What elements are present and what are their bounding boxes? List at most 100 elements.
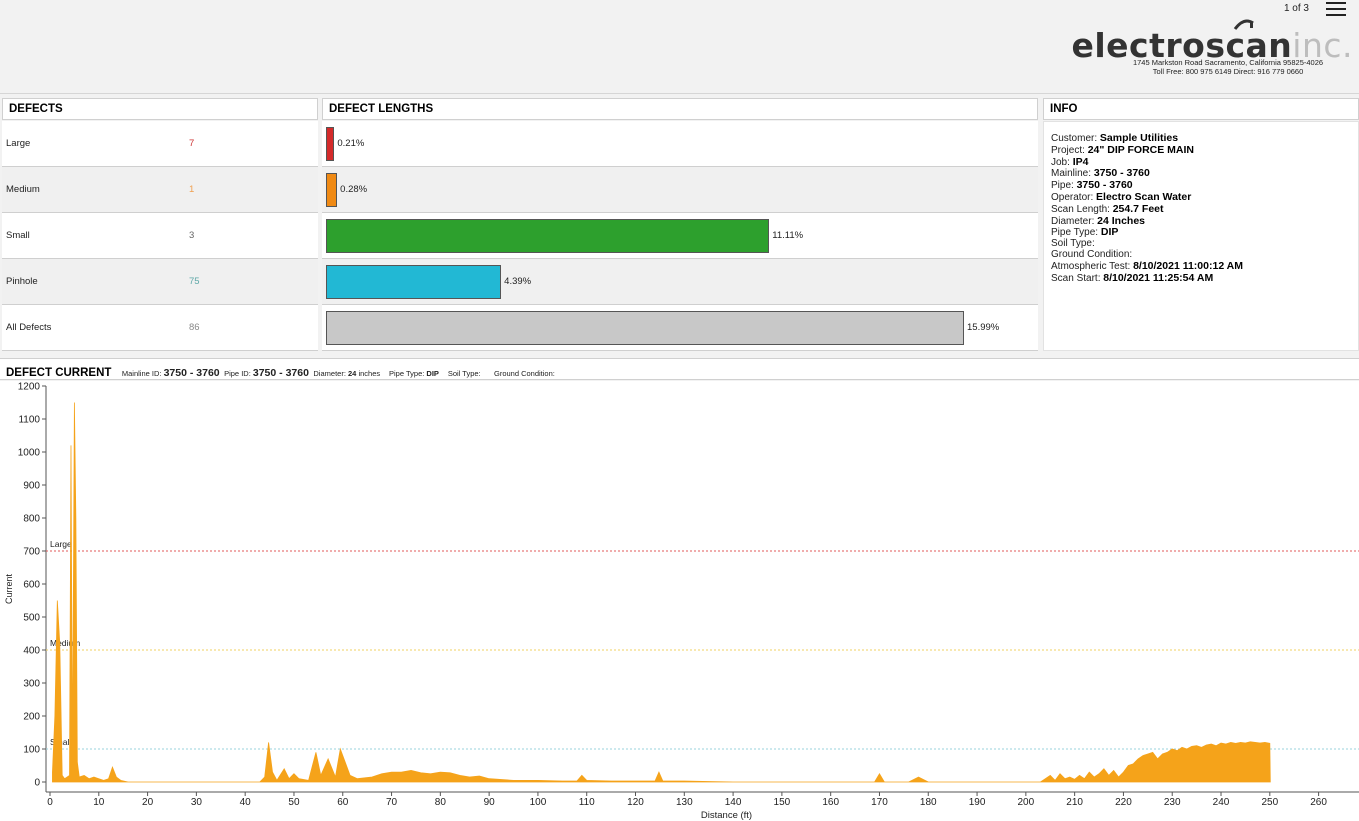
defect-length-value: 0.21%: [337, 138, 365, 149]
defect-count: 7: [189, 138, 195, 149]
defect-row: Small 3: [2, 213, 318, 259]
y-tick-label: 700: [23, 547, 40, 558]
defects-table: Large 7 Medium 1 Small 3 Pinhole 75 All Defects 8…: [2, 121, 318, 351]
chart-svg: 0100200300400500600700800900100011001200…: [4, 382, 1359, 821]
x-tick-label: 150: [774, 797, 791, 808]
defect-current-header: DEFECT CURRENT Mainline ID: 3750 - 3760 …: [0, 358, 1359, 380]
defect-type-label: Small: [6, 230, 30, 241]
y-tick-label: 900: [23, 481, 40, 492]
x-tick-label: 240: [1213, 797, 1230, 808]
defect-count: 86: [189, 322, 200, 333]
x-tick-label: 130: [676, 797, 693, 808]
y-axis-label: Current: [4, 573, 14, 604]
defect-length-row: 0.28%: [322, 167, 1038, 213]
defects-panel-title: DEFECTS: [2, 98, 318, 120]
x-tick-label: 230: [1164, 797, 1181, 808]
x-tick-label: 220: [1115, 797, 1132, 808]
x-tick-label: 30: [191, 797, 203, 808]
defect-length-bar: [326, 127, 335, 161]
y-tick-label: 600: [23, 580, 40, 591]
y-tick-label: 400: [23, 646, 40, 657]
defect-length-bar: [326, 173, 338, 207]
x-tick-label: 60: [337, 797, 349, 808]
defect-row: Large 7: [2, 121, 318, 167]
defect-lengths-chart: 0.21% 0.28% 11.11% 4.39% 15.99%: [322, 121, 1038, 351]
defect-current-chart: 0 100 200 300 400 500 600 700 800 900 1000 1100 1200…: [0, 381, 1359, 821]
x-tick-label: 80: [435, 797, 447, 808]
defect-type-label: Medium: [6, 184, 40, 195]
x-tick-label: 10: [93, 797, 105, 808]
phone-line: Toll Free: 800 975 6149 Direct: 916 779 …: [1152, 67, 1304, 76]
x-tick-label: 50: [288, 797, 300, 808]
x-tick-label: 0: [47, 797, 53, 808]
defect-row: All Defects 86: [2, 305, 318, 351]
defect-count: 1: [189, 184, 195, 195]
defect-count: 3: [189, 230, 195, 241]
info-scan-start: Scan Start: 8/10/2021 11:25:54 AM: [1051, 271, 1214, 284]
x-tick-label: 90: [484, 797, 496, 808]
defect-length-bar: [326, 219, 770, 253]
y-tick-label: 200: [23, 712, 40, 723]
x-tick-label: 140: [725, 797, 742, 808]
defect-length-value: 0.28%: [340, 184, 368, 195]
x-tick-label: 170: [871, 797, 888, 808]
hamburger-menu-icon[interactable]: [1326, 2, 1346, 16]
x-tick-label: 110: [579, 797, 595, 808]
y-tick-label: 1100: [18, 415, 40, 426]
y-tick-label: 300: [23, 679, 40, 690]
company-address: 1745 Markston Road Sacramento, Californi…: [1108, 58, 1348, 76]
info-operator: Operator: Electro Scan Water: [1051, 190, 1192, 203]
x-tick-label: 200: [1018, 797, 1035, 808]
info-panel-title: INFO: [1043, 98, 1359, 120]
y-tick-label: 0: [34, 778, 40, 789]
y-tick-label: 500: [23, 613, 40, 624]
defect-lengths-panel-title: DEFECT LENGTHS: [322, 98, 1038, 120]
x-tick-label: 100: [530, 797, 547, 808]
defect-type-label: All Defects: [6, 322, 52, 333]
address-line: 1745 Markston Road Sacramento, Californi…: [1132, 58, 1324, 67]
dc-diameter: Diameter: 24 inches: [313, 369, 381, 378]
info-diameter: Diameter: 24 Inches: [1051, 214, 1146, 227]
defect-type-label: Large: [6, 138, 31, 149]
defect-length-value: 4.39%: [504, 276, 532, 287]
info-project: Project: 24" DIP FORCE MAIN: [1051, 143, 1194, 156]
current-area-series: [52, 402, 1271, 783]
x-tick-label: 180: [920, 797, 937, 808]
defect-length-row: 15.99%: [322, 305, 1038, 351]
defect-current-title: DEFECT CURRENT: [6, 367, 112, 379]
info-scan-length: Scan Length: 254.7 Feet: [1051, 202, 1164, 215]
x-axis-label: Distance (ft): [701, 810, 752, 821]
defect-length-bar: [326, 265, 502, 299]
x-tick-label: 260: [1310, 797, 1327, 808]
y-tick-label: 1000: [18, 448, 41, 459]
info-pipe-type: Pipe Type: DIP: [1051, 226, 1119, 239]
y-tick-label: 800: [23, 514, 40, 525]
dc-pipe-type: Pipe Type: DIP: [389, 369, 439, 378]
x-tick-label: 70: [386, 797, 398, 808]
y-tick-label: 100: [23, 745, 40, 756]
x-tick-label: 210: [1066, 797, 1083, 808]
x-tick-label: 40: [240, 797, 252, 808]
info-panel: Customer: Sample Utilities Project: 24" …: [1043, 121, 1359, 351]
threshold-label-large: Large: [50, 539, 72, 549]
defect-length-row: 11.11%: [322, 213, 1038, 259]
x-tick-label: 160: [822, 797, 839, 808]
x-tick-label: 120: [627, 797, 644, 808]
defect-length-bar: [326, 311, 964, 345]
x-tick-label: 190: [969, 797, 986, 808]
page-indicator: 1 of 3: [1283, 3, 1309, 14]
x-tick-label: 250: [1261, 797, 1278, 808]
defect-row: Medium 1: [2, 167, 318, 213]
defect-length-row: 0.21%: [322, 121, 1038, 167]
defect-type-label: Pinhole: [6, 276, 38, 287]
defect-length-row: 4.39%: [322, 259, 1038, 305]
defect-length-value: 15.99%: [967, 322, 1000, 333]
defect-length-value: 11.11%: [772, 230, 804, 241]
x-tick-label: 20: [142, 797, 154, 808]
defect-row: Pinhole 75: [2, 259, 318, 305]
y-tick-label: 1200: [18, 382, 41, 393]
dc-soil-type: Soil Type:: [447, 369, 481, 378]
dc-mainline: Mainline ID: 3750 - 3760: [121, 367, 220, 379]
report-header: 1 of 3 electroscaninc. 1745 Markston Roa…: [0, 0, 1359, 94]
dc-pipe: Pipe ID: 3750 - 3760: [224, 367, 309, 379]
